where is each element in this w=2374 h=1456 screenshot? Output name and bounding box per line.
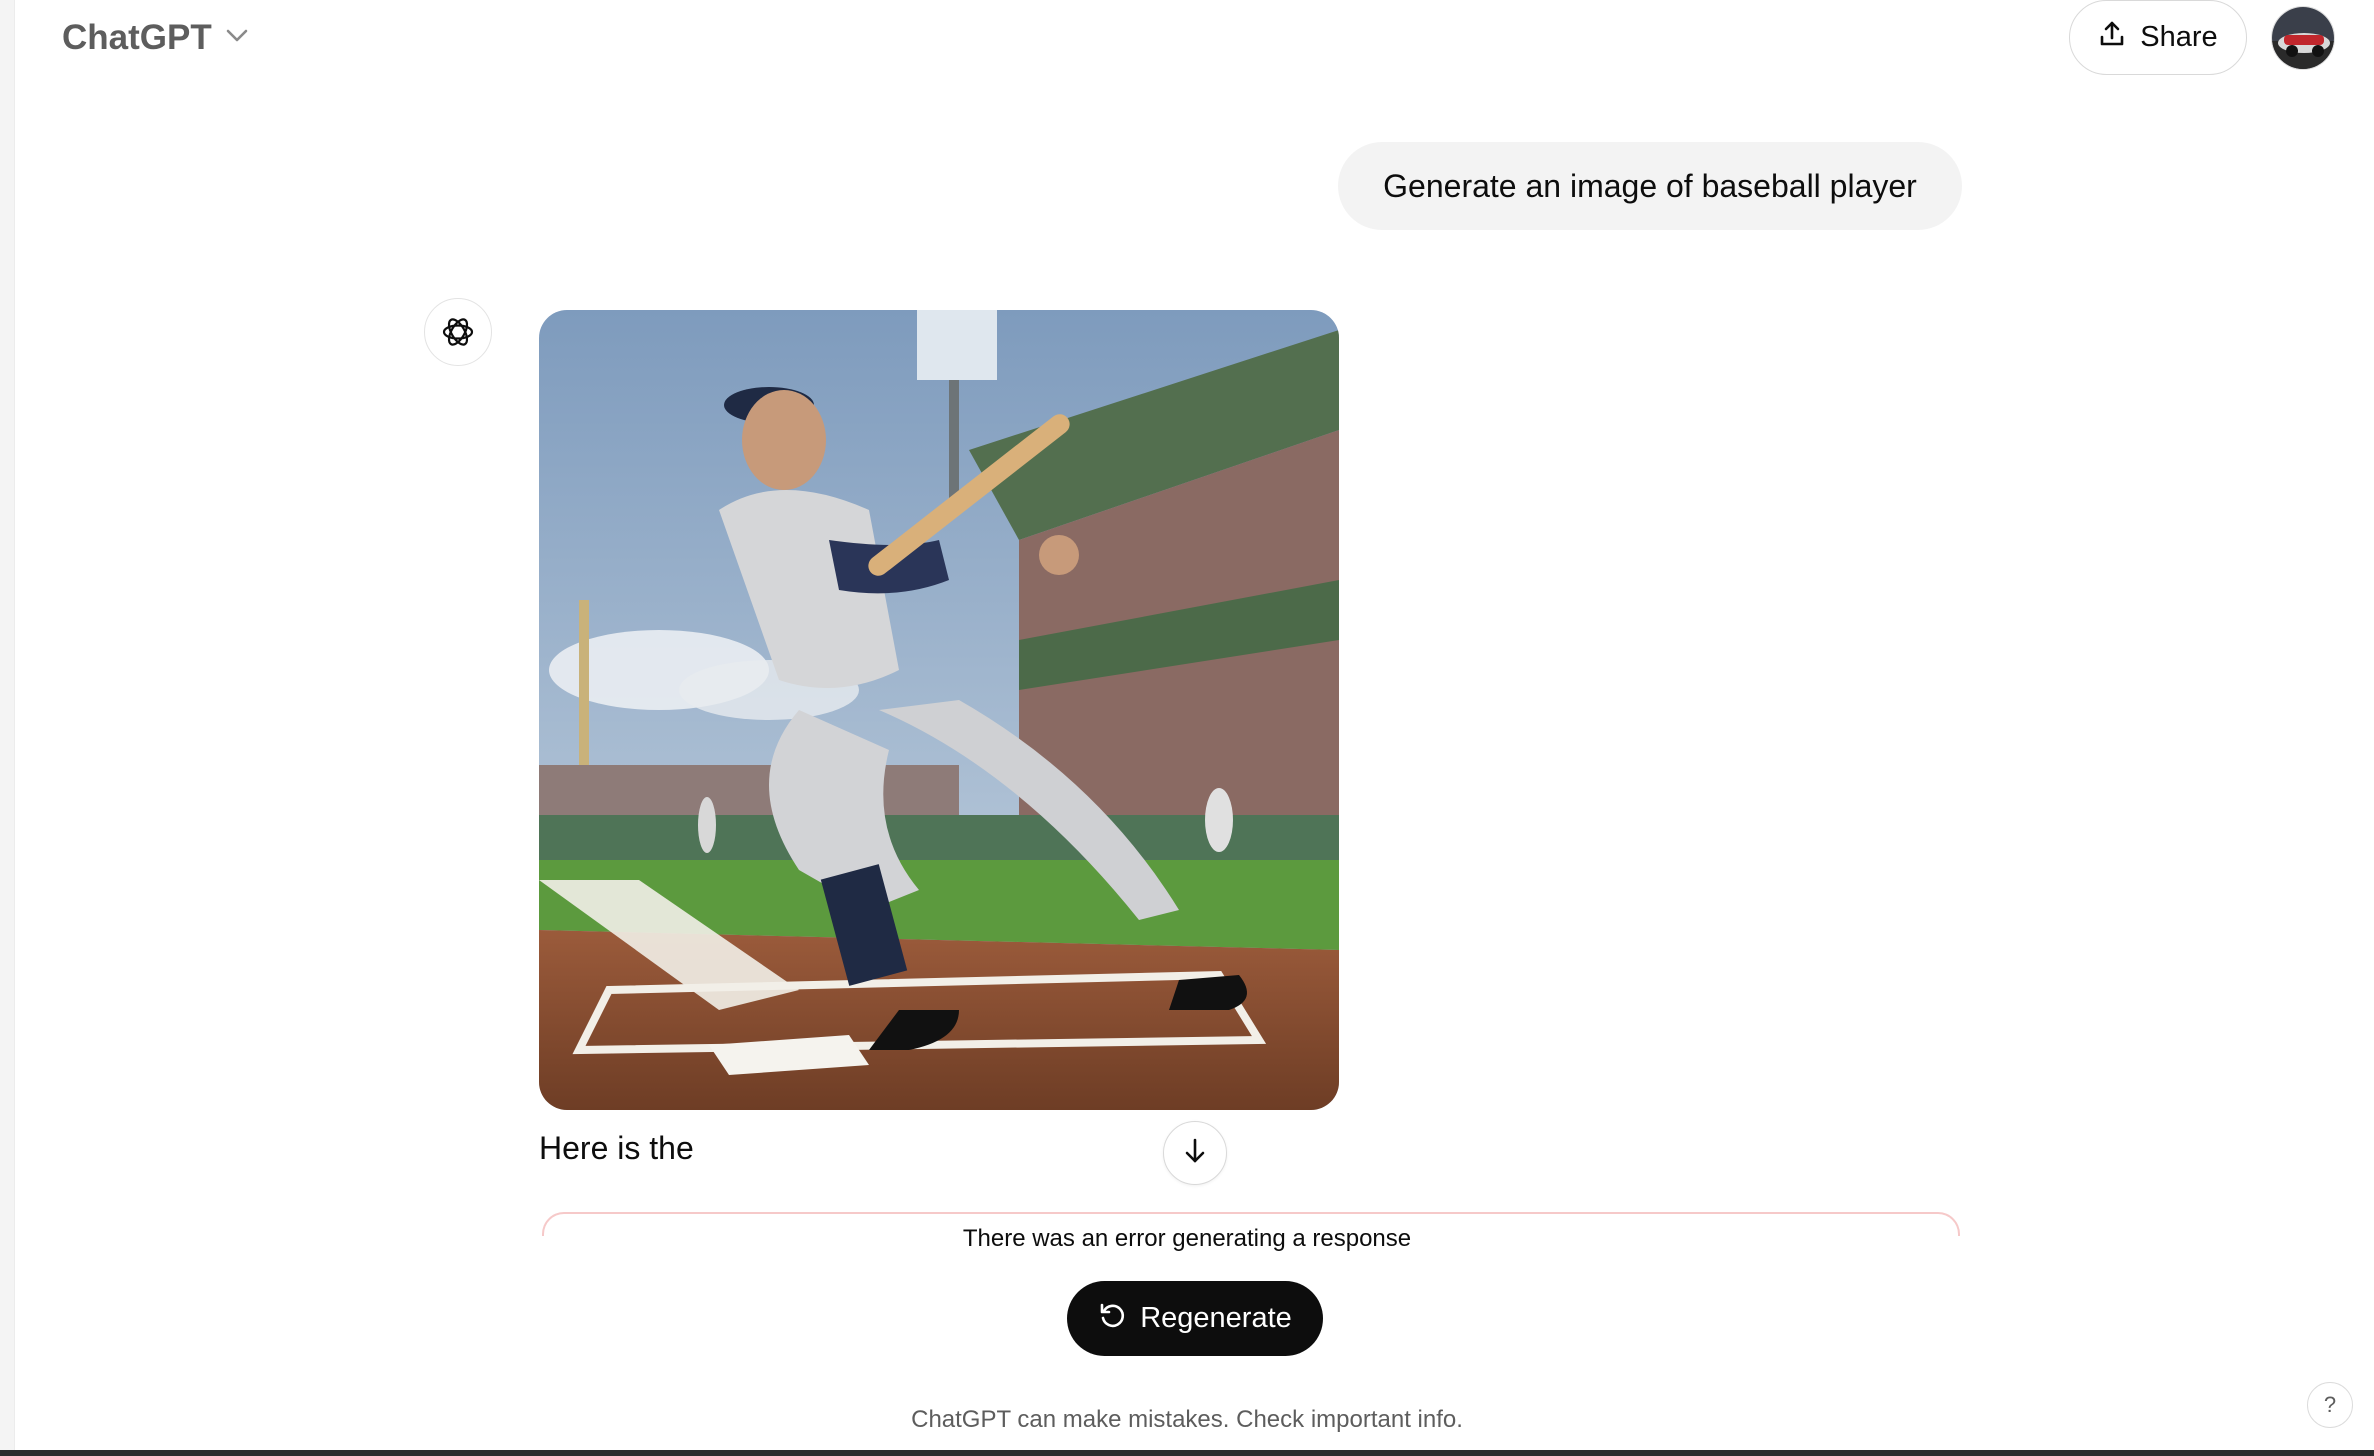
user-message-text: Generate an image of baseball player bbox=[1383, 167, 1917, 204]
share-button[interactable]: Share bbox=[2069, 0, 2247, 75]
model-switcher[interactable]: ChatGPT bbox=[62, 14, 248, 62]
regenerate-label: Regenerate bbox=[1140, 1302, 1292, 1334]
regenerate-button[interactable]: Regenerate bbox=[1067, 1281, 1323, 1356]
disclaimer-text: ChatGPT can make mistakes. Check importa… bbox=[911, 1406, 1463, 1433]
model-name: ChatGPT bbox=[62, 18, 212, 57]
upload-icon bbox=[2098, 20, 2126, 56]
chevron-down-icon bbox=[226, 29, 248, 48]
assistant-response-text: Here is the bbox=[539, 1130, 694, 1166]
window-bottom-edge bbox=[0, 1450, 2374, 1456]
openai-logo-icon bbox=[424, 298, 492, 366]
generated-image-baseball-player[interactable] bbox=[539, 310, 1339, 1110]
arrow-down-icon bbox=[1180, 1136, 1210, 1171]
scroll-to-bottom-button[interactable] bbox=[1163, 1121, 1227, 1185]
help-label: ? bbox=[2323, 1392, 2337, 1417]
share-label: Share bbox=[2140, 21, 2218, 53]
avatar[interactable] bbox=[2271, 6, 2335, 70]
refresh-icon bbox=[1098, 1301, 1126, 1337]
user-message-bubble: Generate an image of baseball player bbox=[1338, 142, 1962, 230]
error-message: There was an error generating a response bbox=[962, 1225, 1412, 1252]
help-button[interactable]: ? bbox=[2307, 1382, 2353, 1428]
